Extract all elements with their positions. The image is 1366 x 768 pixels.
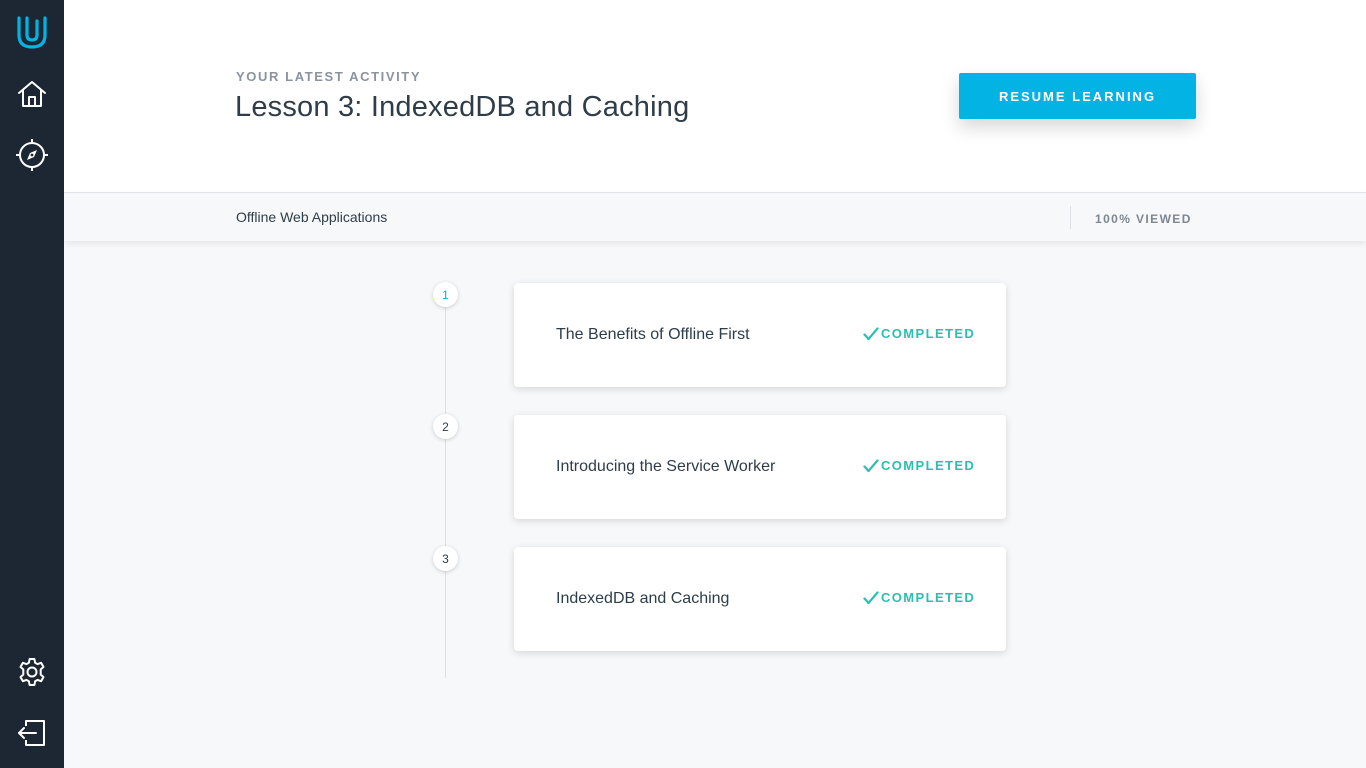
- gear-icon[interactable]: [12, 652, 52, 692]
- logout-icon[interactable]: [12, 713, 52, 753]
- divider: [1070, 206, 1071, 229]
- check-icon: [863, 326, 879, 340]
- concept-card[interactable]: The Benefits of Offline First COMPLETED: [514, 283, 1006, 387]
- lesson-title: Lesson 3: IndexedDB and Caching: [235, 91, 690, 123]
- compass-icon[interactable]: [12, 135, 52, 175]
- latest-activity-header: YOUR LATEST ACTIVITY Lesson 3: IndexedDB…: [64, 0, 1366, 192]
- status-label: COMPLETED: [881, 458, 976, 473]
- completed-status: COMPLETED: [863, 590, 975, 605]
- latest-activity-label: YOUR LATEST ACTIVITY: [236, 69, 422, 84]
- concept-title: The Benefits of Offline First: [556, 326, 750, 343]
- udacity-logo-icon[interactable]: [12, 12, 52, 52]
- viewed-percentage: 100% VIEWED: [1095, 212, 1192, 226]
- step-number: 1: [433, 282, 458, 307]
- completed-status: COMPLETED: [863, 458, 975, 473]
- completed-status: COMPLETED: [863, 326, 975, 341]
- resume-learning-button[interactable]: RESUME LEARNING: [959, 73, 1196, 119]
- course-progress-bar: Offline Web Applications 100% VIEWED: [64, 192, 1366, 241]
- check-icon: [863, 458, 879, 472]
- check-icon: [863, 590, 879, 604]
- concept-title: IndexedDB and Caching: [556, 590, 730, 607]
- status-label: COMPLETED: [881, 590, 976, 605]
- timeline-line: [445, 296, 446, 678]
- step-number: 2: [433, 414, 458, 439]
- home-icon[interactable]: [12, 74, 52, 114]
- concept-title: Introducing the Service Worker: [556, 458, 776, 475]
- concept-card[interactable]: IndexedDB and Caching COMPLETED: [514, 547, 1006, 651]
- course-name[interactable]: Offline Web Applications: [236, 209, 387, 225]
- status-label: COMPLETED: [881, 326, 976, 341]
- step-number: 3: [433, 546, 458, 571]
- concept-card[interactable]: Introducing the Service Worker COMPLETED: [514, 415, 1006, 519]
- sidebar: [0, 0, 64, 768]
